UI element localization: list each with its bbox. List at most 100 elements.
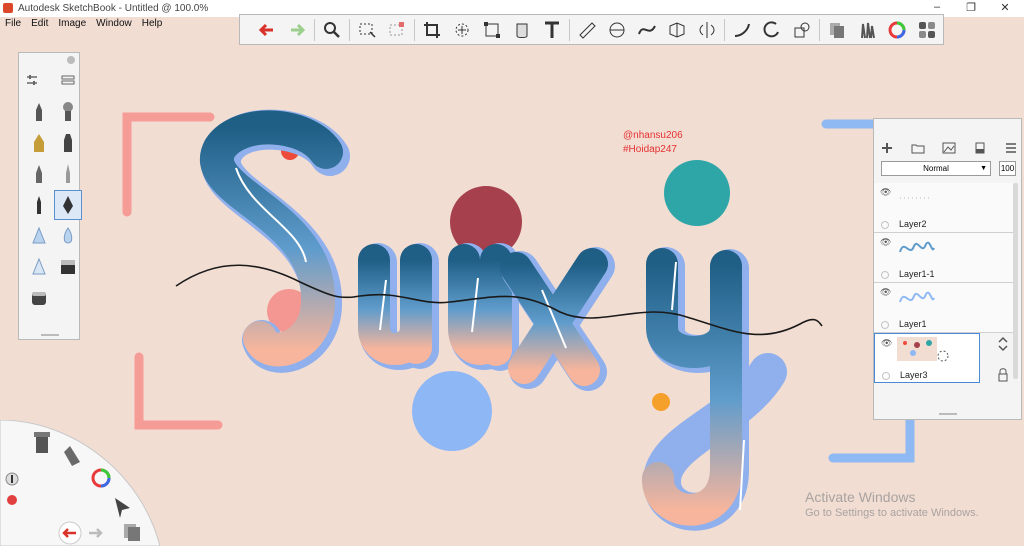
credit-hashtag: #Hoidap247 <box>623 144 677 155</box>
tools-icon[interactable] <box>34 432 50 453</box>
toolbar-divider <box>569 18 570 41</box>
text-icon[interactable] <box>537 17 567 43</box>
menu-help[interactable]: Help <box>137 17 168 32</box>
eraser-block-icon[interactable] <box>25 283 53 313</box>
layer-thumbnail <box>900 197 932 199</box>
eye-icon[interactable]: 👁 <box>880 237 891 248</box>
perspective-icon[interactable] <box>662 17 692 43</box>
pencil-brush-icon[interactable] <box>25 97 53 127</box>
layer-row-selected[interactable]: 👁 Layer3 <box>874 333 980 383</box>
fine-pencil-icon[interactable] <box>54 159 82 189</box>
grid-icon[interactable] <box>912 17 942 43</box>
layer-editor: Normal ▼ 100 👁 Layer2 👁 Layer1-1 👁 Layer1… <box>873 118 1022 420</box>
redo-icon[interactable] <box>282 17 312 43</box>
select-icon[interactable] <box>352 17 382 43</box>
add-layer-icon[interactable] <box>880 141 894 155</box>
layer-row[interactable]: 👁 Layer1-1 <box>874 233 1014 283</box>
menu-window[interactable]: Window <box>91 17 137 32</box>
opacity-field[interactable]: 100 <box>999 161 1016 176</box>
lock-toggle[interactable] <box>881 221 889 229</box>
lock-toggle[interactable] <box>881 321 889 329</box>
ballpoint-brush-icon[interactable] <box>25 159 53 189</box>
circle-icon[interactable] <box>757 17 787 43</box>
blend-mode-select[interactable]: Normal ▼ <box>881 161 991 176</box>
zoom-icon[interactable] <box>317 17 347 43</box>
brush-library-icon[interactable] <box>61 73 75 87</box>
lock-icon[interactable] <box>994 366 1012 384</box>
eye-icon[interactable]: 👁 <box>881 338 892 349</box>
merge-icon[interactable] <box>973 141 987 155</box>
menu-file[interactable]: File <box>0 17 26 32</box>
circle-light-blue <box>412 371 492 451</box>
close-icon[interactable] <box>67 56 75 64</box>
brush-palette <box>18 52 82 340</box>
ink-pen-icon[interactable] <box>25 190 53 220</box>
calligraphy-brush-icon[interactable] <box>54 190 82 220</box>
window-title: Autodesk SketchBook - Untitled @ 100.0% <box>18 3 209 14</box>
bracket-bottom-left <box>134 352 223 430</box>
panel-grip[interactable] <box>939 413 957 415</box>
soft-eraser-icon[interactable] <box>25 252 53 282</box>
dot-orange <box>652 393 670 411</box>
bracket-top-left <box>122 112 215 217</box>
ellipse-guide-icon[interactable] <box>602 17 632 43</box>
toolbar-divider <box>314 18 315 41</box>
folder-icon[interactable] <box>911 141 925 155</box>
pen-lagoon-icon[interactable] <box>5 472 19 486</box>
letter-u2 <box>448 244 512 366</box>
image-icon[interactable] <box>942 141 956 155</box>
distort-icon[interactable] <box>477 17 507 43</box>
eye-icon[interactable]: 👁 <box>880 287 891 298</box>
panel-grip[interactable] <box>41 334 59 336</box>
layer-toolbar <box>880 141 1018 155</box>
toolbar-divider <box>349 18 350 41</box>
undo-icon[interactable] <box>252 17 282 43</box>
crop-icon[interactable] <box>417 17 447 43</box>
activate-windows-subtitle: Go to Settings to activate Windows. <box>805 507 979 519</box>
minimize-button[interactable]: – <box>922 1 952 13</box>
bracket-bottom-right <box>828 413 915 463</box>
menu-icon[interactable] <box>1004 141 1018 155</box>
credit-handle: @nhansu206 <box>623 130 683 141</box>
water-drop-icon[interactable] <box>54 221 82 251</box>
symmetry-icon[interactable] <box>692 17 722 43</box>
activate-windows-title: Activate Windows <box>805 489 916 505</box>
menu-image[interactable]: Image <box>53 17 91 32</box>
shape-icon[interactable] <box>787 17 817 43</box>
ruler-icon[interactable] <box>572 17 602 43</box>
lock-toggle[interactable] <box>881 271 889 279</box>
blender-brush-icon[interactable] <box>54 252 82 282</box>
brush-settings-icon[interactable] <box>25 73 39 87</box>
menu-edit[interactable]: Edit <box>26 17 53 32</box>
color-swatch[interactable] <box>7 495 17 505</box>
layer-scrollbar[interactable] <box>1013 183 1018 379</box>
sketchbook-logo-icon <box>3 3 13 13</box>
maximize-button[interactable]: ❐ <box>956 1 986 14</box>
lock-toggle[interactable] <box>882 372 890 380</box>
brush-grid <box>25 97 82 313</box>
hard-eraser-icon[interactable] <box>25 221 53 251</box>
layer-name: Layer1-1 <box>899 269 935 279</box>
marker-brush-icon[interactable] <box>54 128 82 158</box>
transform-icon[interactable] <box>447 17 477 43</box>
french-curve-icon[interactable] <box>632 17 662 43</box>
reorder-icon[interactable] <box>994 335 1012 353</box>
chevron-down-icon: ▼ <box>980 165 987 172</box>
curve-icon[interactable] <box>727 17 757 43</box>
fill-icon[interactable] <box>507 17 537 43</box>
color-wheel-icon[interactable] <box>882 17 912 43</box>
airbrush-icon[interactable] <box>54 97 82 127</box>
close-button[interactable]: ✕ <box>990 1 1020 14</box>
layer-row[interactable]: 👁 Layer2 <box>874 183 1014 233</box>
lasso-icon[interactable] <box>382 17 412 43</box>
pen-brush-icon[interactable] <box>25 128 53 158</box>
brushes-icon[interactable] <box>852 17 882 43</box>
layer-row[interactable]: 👁 Layer1 <box>874 283 1014 333</box>
undo-lagoon-icon[interactable] <box>58 521 82 545</box>
move-layer-icon[interactable] <box>937 350 949 362</box>
layer-thumbnail <box>899 241 935 253</box>
main-toolbar <box>239 14 944 45</box>
eye-icon[interactable]: 👁 <box>880 187 891 198</box>
copic-icon[interactable] <box>822 17 852 43</box>
letter-y <box>642 248 742 526</box>
